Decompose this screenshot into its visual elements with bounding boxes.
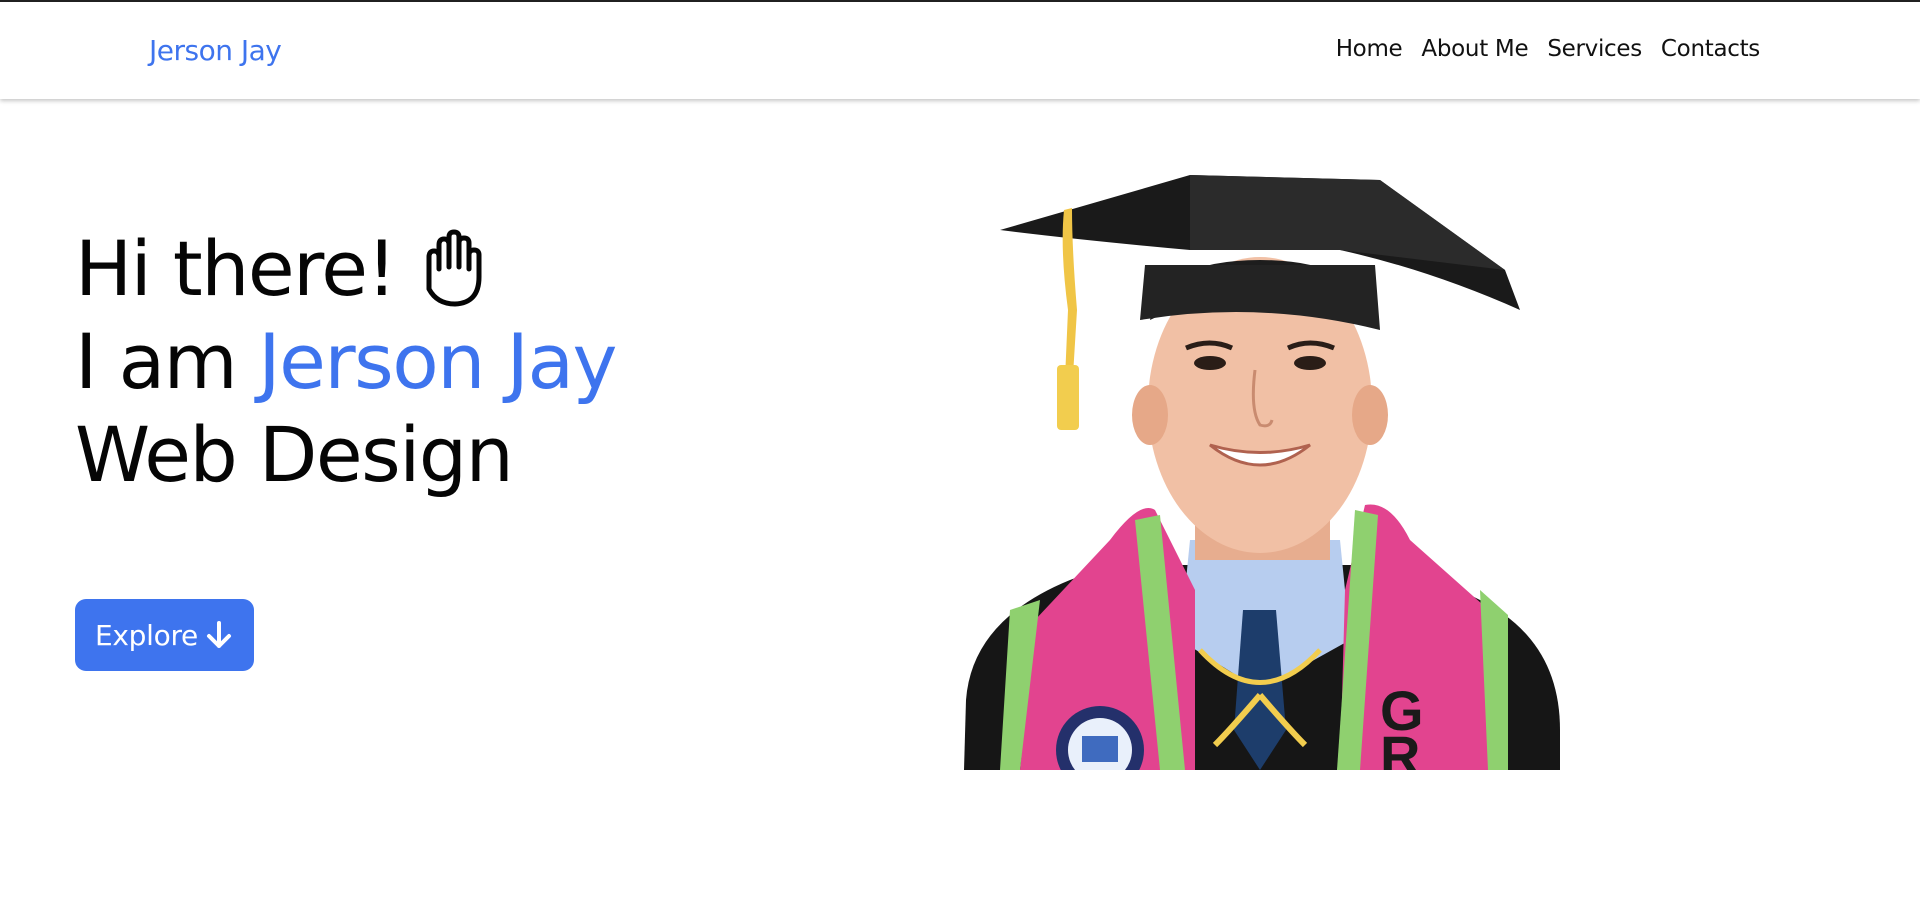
svg-text:R: R <box>1380 724 1420 770</box>
arrow-down-icon <box>206 621 231 648</box>
hero-name: Jerson Jay <box>258 317 617 406</box>
nav-link-contacts[interactable]: Contacts <box>1661 36 1760 62</box>
profile-photo: G R <box>960 170 1560 770</box>
nav-links: Home About Me Services Contacts <box>1336 36 1761 62</box>
hero-greeting: Hi there! <box>75 224 397 313</box>
hero-role-line: Web Design <box>75 408 616 501</box>
explore-button-label: Explore <box>95 618 198 652</box>
hero-intro-prefix: I am <box>75 317 238 406</box>
nav-link-about-me[interactable]: About Me <box>1421 36 1528 62</box>
navbar: Jerson Jay Home About Me Services Contac… <box>0 2 1920 99</box>
hero-heading: Hi there! I am Jerson Jay Web Design <box>75 222 617 501</box>
hand-wave-icon <box>426 229 482 306</box>
hero-intro-line: I am Jerson Jay <box>75 315 617 408</box>
nav-link-home[interactable]: Home <box>1336 36 1403 62</box>
graduation-portrait-illustration: G R <box>964 175 1560 770</box>
hero-greeting-line: Hi there! <box>75 222 616 315</box>
explore-button[interactable]: Explore <box>75 599 254 671</box>
hero-role: Web Design <box>75 410 514 499</box>
brand-logo[interactable]: Jerson Jay <box>149 34 282 67</box>
nav-link-services[interactable]: Services <box>1547 36 1642 62</box>
